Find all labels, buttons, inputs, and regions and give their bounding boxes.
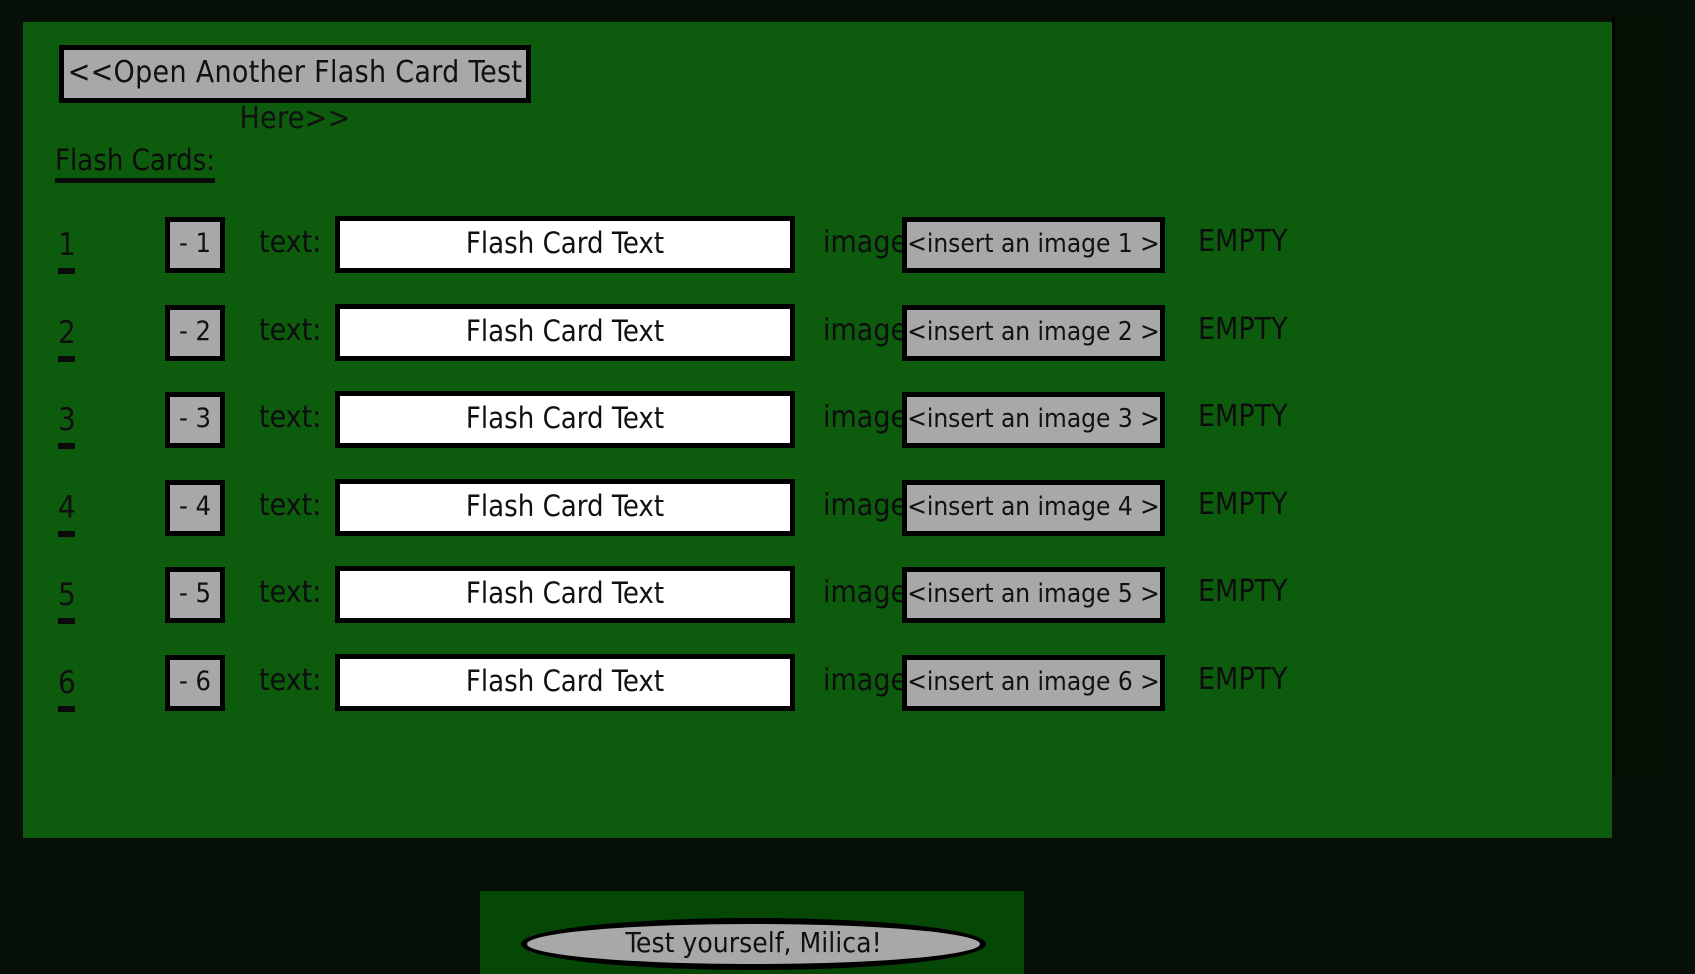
image-status-text: EMPTY [1198,662,1288,697]
row-index-link[interactable]: 2 [58,315,88,362]
row-index-underline [58,530,75,537]
text-field-label: text: [259,312,322,348]
text-field-label: text: [259,575,322,611]
app-root: <<Open Another Flash Card Test Here>> Fl… [0,0,1695,974]
insert-image-button[interactable]: <insert an image 1 > [902,217,1165,273]
image-status-text: EMPTY [1198,399,1288,435]
insert-image-button[interactable]: <insert an image 4 > [902,479,1165,536]
text-field-label: text: [259,487,322,523]
flash-card-text-input[interactable]: Flash Card Text [335,303,795,361]
page-title: Flash Cards: [55,143,216,183]
image-status-text: EMPTY [1198,486,1288,522]
footer-panel: Test yourself, Milica! [480,891,1024,974]
image-status-text: EMPTY [1198,574,1288,610]
row-index-underline [58,443,75,450]
text-field-label: text: [259,663,322,698]
row-index-label: 3 [58,402,76,439]
flash-card-text-input[interactable]: Flash Card Text [335,478,795,536]
test-yourself-button[interactable]: Test yourself, Milica! [521,918,986,970]
remove-card-button[interactable]: - 1 [165,217,225,273]
flash-card-row: 6- 6 text: Flash Card Text image: <insert an… [23,654,1612,721]
insert-image-button[interactable]: <insert an image 3 > [902,392,1165,449]
flash-card-text-input[interactable]: Flash Card Text [335,566,795,624]
flash-card-row: 2- 2 text: Flash Card Text image: <insert an… [23,303,1612,371]
flash-card-editor-panel: <<Open Another Flash Card Test Here>> Fl… [23,22,1612,838]
page-title-label: Flash Cards: [55,143,216,177]
flash-card-text-input[interactable]: Flash Card Text [335,391,795,449]
row-index-label: 1 [58,227,76,263]
row-index-link[interactable]: 1 [58,227,88,274]
image-status-text: EMPTY [1198,224,1288,259]
row-index-underline [58,618,75,625]
row-index-underline [58,355,75,362]
image-status-text: EMPTY [1198,311,1288,347]
insert-image-button[interactable]: <insert an image 2 > [902,304,1165,361]
remove-card-button[interactable]: - 4 [165,479,225,536]
flash-card-row: 1- 1 text: Flash Card Text image: <insert an… [23,216,1612,283]
flash-card-text-input[interactable]: Flash Card Text [335,216,795,273]
flash-card-text-input[interactable]: Flash Card Text [335,654,795,711]
row-index-link[interactable]: 5 [58,577,88,625]
row-index-label: 6 [58,665,76,701]
row-index-underline [58,268,75,274]
text-field-label: text: [259,400,322,436]
row-index-link[interactable]: 3 [58,402,88,450]
remove-card-button[interactable]: - 3 [165,392,225,449]
open-another-flash-card-test-button[interactable]: <<Open Another Flash Card Test Here>> [59,45,531,136]
row-index-underline [58,706,75,712]
row-index-label: 5 [58,577,76,614]
flash-card-row: 3- 3 text: Flash Card Text image: <insert an… [23,391,1612,458]
vertical-scrollbar-track[interactable] [1612,15,1666,775]
remove-card-button[interactable]: - 6 [165,655,225,711]
flash-card-row: 4- 4 text: Flash Card Text image: <insert an… [23,478,1612,546]
flash-card-row: 5- 5 text: Flash Card Text image: <insert an… [23,566,1612,633]
text-field-label: text: [259,225,322,260]
remove-card-button[interactable]: - 5 [165,567,225,624]
row-index-label: 2 [58,314,76,351]
row-index-link[interactable]: 6 [58,665,88,712]
insert-image-button[interactable]: <insert an image 6 > [902,655,1165,711]
row-index-label: 4 [58,489,76,526]
row-index-link[interactable]: 4 [58,490,88,537]
insert-image-button[interactable]: <insert an image 5 > [902,567,1165,624]
remove-card-button[interactable]: - 2 [165,304,225,361]
